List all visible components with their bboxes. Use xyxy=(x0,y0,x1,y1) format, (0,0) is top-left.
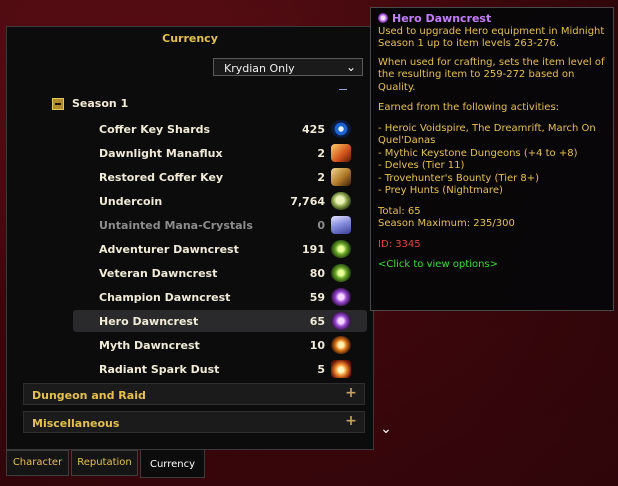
coin-icon xyxy=(331,192,351,210)
currency-name: Untainted Mana-Crystals xyxy=(99,219,253,232)
category-dungeon-and-raid[interactable]: Dungeon and Raid + xyxy=(23,383,365,405)
currency-name: Dawnlight Manaflux xyxy=(99,147,223,160)
crest-purple-icon xyxy=(331,312,351,330)
chevron-down-icon: ⌄ xyxy=(345,60,356,74)
crest-purple-icon xyxy=(378,13,388,23)
scroll-indicator xyxy=(339,89,347,93)
currency-panel: Currency Krydian Only ⌄ Season 1 Coffer … xyxy=(6,26,374,450)
currency-count: 10 xyxy=(309,339,325,352)
tab-reputation[interactable]: Reputation xyxy=(71,450,138,476)
currency-name: Myth Dawncrest xyxy=(99,339,200,352)
currency-row-radiant-spark-dust[interactable]: Radiant Spark Dust 5 xyxy=(73,358,367,380)
currency-count: 191 xyxy=(302,243,325,256)
crest-green-icon xyxy=(331,240,351,258)
season-label: Season 1 xyxy=(72,97,129,110)
crest-orange-icon xyxy=(331,336,351,354)
currency-row-coffer-key-shards[interactable]: Coffer Key Shards 425 xyxy=(73,118,367,140)
flame-icon xyxy=(331,144,351,162)
currency-name: Undercoin xyxy=(99,195,163,208)
currency-name: Adventurer Dawncrest xyxy=(99,243,239,256)
currency-count: 59 xyxy=(309,291,325,304)
expand-plus-icon[interactable]: + xyxy=(344,386,358,400)
crest-purple-icon xyxy=(331,288,351,306)
currency-count: 0 xyxy=(317,219,325,232)
currency-name: Hero Dawncrest xyxy=(99,315,199,328)
tooltip-activity: - Prey Hunts (Nightmare) xyxy=(378,185,503,196)
filter-value: Krydian Only xyxy=(224,62,295,75)
currency-name: Champion Dawncrest xyxy=(99,291,231,304)
key-icon xyxy=(331,168,351,186)
tooltip-title-text: Hero Dawncrest xyxy=(392,12,492,25)
tooltip-title: Hero Dawncrest xyxy=(378,12,606,26)
currency-name: Restored Coffer Key xyxy=(99,171,224,184)
currency-count: 2 xyxy=(317,147,325,160)
crystal-icon xyxy=(331,216,351,234)
tooltip-season-max: Season Maximum: 235/300 xyxy=(378,218,515,229)
currency-count: 65 xyxy=(309,315,325,328)
tooltip-click-hint: <Click to view options> xyxy=(378,259,499,270)
radiant-dust-icon xyxy=(331,360,351,378)
tooltip-activity: - Heroic Voidspire, The Dreamrift, March… xyxy=(378,122,596,147)
currency-name: Radiant Spark Dust xyxy=(99,363,220,376)
scroll-down-icon[interactable]: ⌄ xyxy=(378,421,394,437)
collapse-icon[interactable] xyxy=(52,98,64,110)
currency-count: 425 xyxy=(302,123,325,136)
tooltip-total: Total: 65 xyxy=(378,205,421,217)
currency-name: Veteran Dawncrest xyxy=(99,267,218,280)
currency-row-untainted-mana-crystals[interactable]: Untainted Mana-Crystals 0 xyxy=(73,214,367,236)
panel-title: Currency xyxy=(162,32,218,45)
category-label: Dungeon and Raid xyxy=(32,389,146,402)
currency-row-myth-dawncrest[interactable]: Myth Dawncrest 10 xyxy=(73,334,367,356)
currency-row-adventurer-dawncrest[interactable]: Adventurer Dawncrest 191 xyxy=(73,238,367,260)
currency-row-restored-coffer-key[interactable]: Restored Coffer Key 2 xyxy=(73,166,367,188)
eye-icon xyxy=(331,120,351,138)
currency-count: 2 xyxy=(317,171,325,184)
currency-row-veteran-dawncrest[interactable]: Veteran Dawncrest 80 xyxy=(73,262,367,284)
tab-currency[interactable]: Currency xyxy=(140,450,205,478)
currency-row-champion-dawncrest[interactable]: Champion Dawncrest 59 xyxy=(73,286,367,308)
tooltip-description: Used to upgrade Hero equipment in Midnig… xyxy=(378,25,605,50)
tooltip-activity: - Trovehunter's Bounty (Tier 8+) xyxy=(378,172,540,184)
crest-green-icon xyxy=(331,264,351,282)
category-label: Miscellaneous xyxy=(32,417,120,430)
tooltip-id: ID: 3345 xyxy=(378,238,421,250)
tooltip-crafting-note: When used for crafting, sets the item le… xyxy=(378,56,605,93)
currency-count: 80 xyxy=(309,267,325,280)
currency-filter-dropdown[interactable]: Krydian Only ⌄ xyxy=(213,58,363,76)
currency-count: 5 xyxy=(317,363,325,376)
currency-row-hero-dawncrest[interactable]: Hero Dawncrest 65 xyxy=(73,310,367,332)
currency-name: Coffer Key Shards xyxy=(99,123,211,136)
tooltip-earned-header: Earned from the following activities: xyxy=(378,102,560,113)
season-header[interactable]: Season 1 xyxy=(52,97,128,113)
tooltip-activity: - Delves (Tier 11) xyxy=(378,160,465,171)
tooltip-activity: - Mythic Keystone Dungeons (+4 to +8) xyxy=(378,147,578,159)
currency-count: 7,764 xyxy=(290,195,325,208)
item-tooltip: Hero Dawncrest Used to upgrade Hero equi… xyxy=(370,7,614,311)
expand-plus-icon[interactable]: + xyxy=(344,414,358,428)
currency-row-dawnlight-manaflux[interactable]: Dawnlight Manaflux 2 xyxy=(73,142,367,164)
category-miscellaneous[interactable]: Miscellaneous + xyxy=(23,411,365,433)
currency-row-undercoin[interactable]: Undercoin 7,764 xyxy=(73,190,367,212)
tab-character[interactable]: Character xyxy=(6,450,69,476)
